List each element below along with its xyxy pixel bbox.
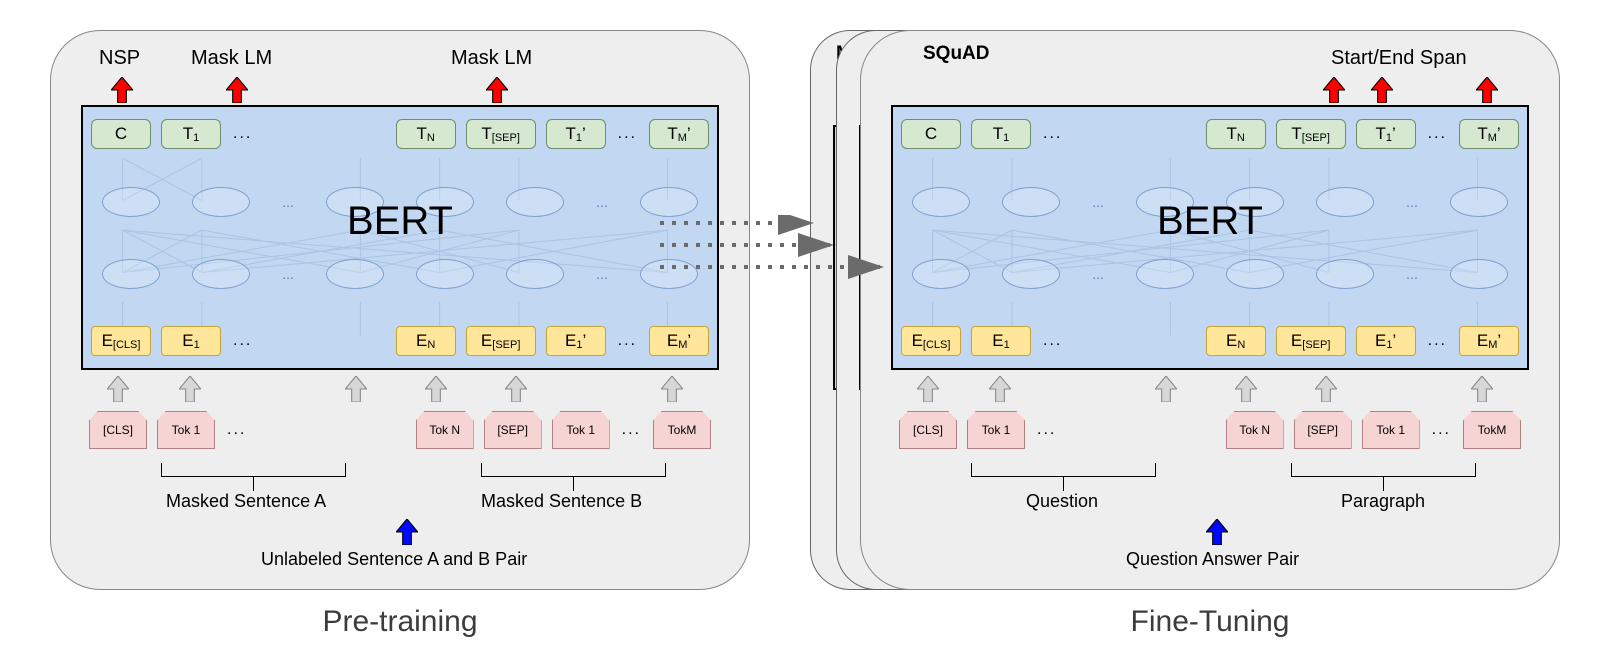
- bert-title-right: BERT: [893, 199, 1527, 244]
- emb-1p: E1’: [546, 326, 606, 356]
- tok-n: Tok N: [416, 411, 474, 449]
- label-masklm1: Mask LM: [191, 47, 272, 70]
- label-masklm2: Mask LM: [451, 47, 532, 70]
- arrow-up-blue-icon: [1206, 519, 1228, 545]
- label-pair-left: Unlabeled Sentence A and B Pair: [261, 549, 527, 570]
- arrow-up-gray-icon: [1235, 376, 1257, 402]
- label-sentence-b: Masked Sentence B: [481, 491, 642, 512]
- label-pair-right: Question Answer Pair: [1126, 549, 1299, 570]
- pretrain-top-labels: NSP Mask LM Mask LM: [81, 47, 719, 77]
- bert-box-right: ...... ...... BERT C T1 ... TN T[SEP] T1…: [891, 105, 1529, 370]
- out-t1: T1: [161, 119, 221, 149]
- arrow-up-gray-icon: [425, 376, 447, 402]
- tok-1b: Tok 1: [552, 411, 610, 449]
- arrow-up-red-icon: [1476, 77, 1498, 103]
- out-c: C: [91, 119, 151, 149]
- label-paragraph: Paragraph: [1341, 491, 1425, 512]
- out-t1p: T1’: [546, 119, 606, 149]
- caption-finetuning: Fine-Tuning: [860, 605, 1560, 639]
- arrow-up-red-icon: [1323, 77, 1345, 103]
- finetune-red-arrows: [891, 77, 1529, 103]
- finetune-top-labels: Start/End Span: [891, 47, 1529, 77]
- output-row-right: C T1 ... TN T[SEP] T1’ ... TM’: [901, 117, 1519, 151]
- arrow-up-gray-icon: [1155, 376, 1177, 402]
- arrow-up-gray-icon: [179, 376, 201, 402]
- output-row-left: C T1 ... TN T[SEP] T1’ ... TM’: [91, 117, 709, 151]
- emb-cls: E[CLS]: [91, 326, 151, 356]
- bracket-q: [971, 463, 1156, 477]
- arrow-up-gray-icon: [661, 376, 683, 402]
- caption-pretraining: Pre-training: [50, 605, 750, 639]
- arrow-up-gray-icon: [345, 376, 367, 402]
- bracket-p: [1291, 463, 1476, 477]
- pretraining-panel: NSP Mask LM Mask LM ......: [50, 30, 750, 590]
- tok-1: Tok 1: [157, 411, 215, 449]
- out-tsep: T[SEP]: [466, 119, 536, 149]
- emb-sep: E[SEP]: [466, 326, 536, 356]
- bert-title-left: BERT: [83, 199, 717, 244]
- bracket-a: [161, 463, 346, 477]
- bracket-b: [481, 463, 666, 477]
- tok-sep: [SEP]: [484, 411, 542, 449]
- emb-mp: EM’: [649, 326, 709, 356]
- tok-cls: [CLS]: [89, 411, 147, 449]
- out-tmp: TM’: [649, 119, 709, 149]
- label-nsp: NSP: [99, 47, 140, 70]
- arrow-up-red-icon: [486, 77, 508, 103]
- token-row-left: [CLS] Tok 1 ... Tok N [SEP] Tok 1 ... To…: [89, 410, 711, 450]
- label-span: Start/End Span: [1331, 47, 1467, 70]
- finetune-panel: SQuAD Start/End Span ...... ......: [860, 30, 1560, 590]
- arrow-up-gray-icon: [917, 376, 939, 402]
- bert-box-left: ...... ...... BERT C T1 ... TN T[SEP] T1…: [81, 105, 719, 370]
- label-sentence-a: Masked Sentence A: [166, 491, 326, 512]
- embedding-row-left: E[CLS] E1 ... EN E[SEP] E1’ ... EM’: [91, 324, 709, 358]
- out-tn: TN: [396, 119, 456, 149]
- arrow-up-gray-icon: [107, 376, 129, 402]
- arrow-up-red-icon: [1371, 77, 1393, 103]
- arrow-up-gray-icon: [1471, 376, 1493, 402]
- arrow-up-gray-icon: [505, 376, 527, 402]
- emb-n: EN: [396, 326, 456, 356]
- tok-m: TokM: [653, 411, 711, 449]
- gray-arrows-left: [81, 376, 719, 400]
- pretrain-red-arrows: [81, 77, 719, 103]
- gray-arrows-right: [891, 376, 1529, 400]
- arrow-up-gray-icon: [989, 376, 1011, 402]
- arrow-up-red-icon: [226, 77, 248, 103]
- embedding-row-right: E[CLS] E1 ... EN E[SEP] E1’ ... EM’: [901, 324, 1519, 358]
- token-row-right: [CLS] Tok 1 ... Tok N [SEP] Tok 1 ... To…: [899, 410, 1521, 450]
- emb-1: E1: [161, 326, 221, 356]
- label-question: Question: [1026, 491, 1098, 512]
- arrow-up-red-icon: [111, 77, 133, 103]
- arrow-up-gray-icon: [1315, 376, 1337, 402]
- arrow-up-blue-icon: [396, 519, 418, 545]
